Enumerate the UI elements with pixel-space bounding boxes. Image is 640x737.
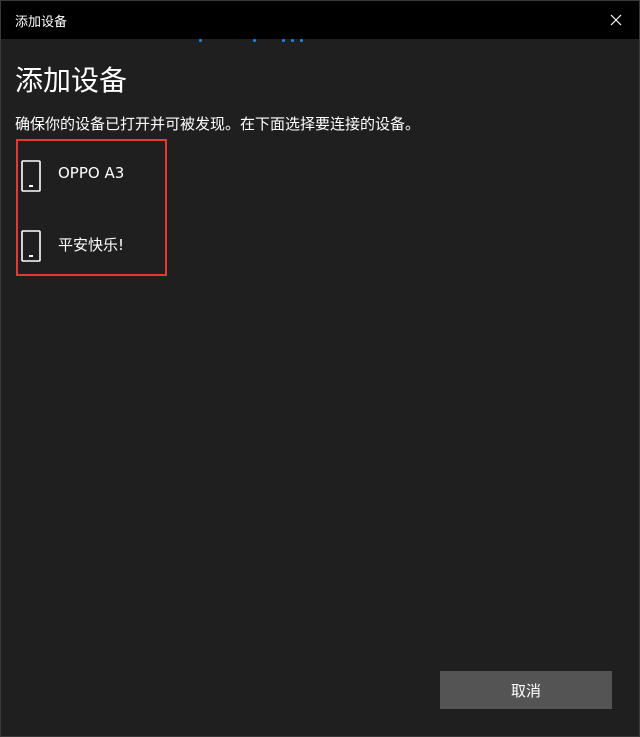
progress-dot	[253, 39, 256, 42]
progress-dot	[291, 39, 294, 42]
page-title: 添加设备	[15, 64, 128, 97]
device-item-oppo-a3[interactable]: OPPO A3	[19, 154, 164, 198]
close-icon	[610, 14, 622, 26]
cancel-button[interactable]: 取消	[440, 671, 612, 709]
device-name: 平安快乐!	[58, 236, 125, 254]
close-button[interactable]	[593, 1, 639, 39]
phone-icon	[21, 160, 41, 192]
title-bar: 添加设备	[1, 1, 639, 39]
window-title: 添加设备	[15, 15, 68, 30]
add-device-dialog: 添加设备 添加设备 确保你的设备已打开并可被发现。在下面选择要连接的设备。 OP…	[0, 0, 640, 737]
progress-dot	[300, 39, 303, 42]
progress-dot	[199, 39, 202, 42]
progress-dot	[282, 39, 285, 42]
device-item-ping-an-kuai-le[interactable]: 平安快乐!	[19, 224, 164, 268]
instruction-text: 确保你的设备已打开并可被发现。在下面选择要连接的设备。	[15, 115, 421, 133]
phone-icon	[21, 230, 41, 262]
searching-progress-indicator	[191, 39, 321, 43]
device-name: OPPO A3	[58, 164, 125, 182]
